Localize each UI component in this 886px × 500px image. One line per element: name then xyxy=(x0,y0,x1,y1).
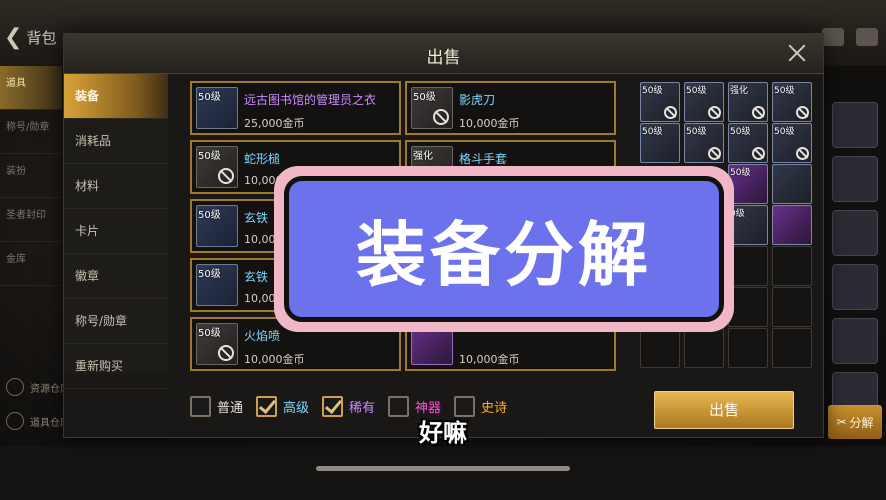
dialog-header: 出售 xyxy=(64,34,823,74)
grid-slot[interactable] xyxy=(728,287,768,327)
game-screen: ❮ 背包 道具 称号/勋章 装扮 圣者封印 金库 资源仓库 道具仓库 ✂ 分解 … xyxy=(0,0,886,500)
dialog-title: 出售 xyxy=(426,48,461,68)
sword-icon: 50级 xyxy=(411,87,453,129)
locked-icon xyxy=(796,106,809,119)
item-name: 远古图书馆的管理员之衣 xyxy=(244,93,377,107)
locked-icon xyxy=(796,147,809,160)
item-name: 格斗手套 xyxy=(459,152,508,166)
item-name: 火焰喷 xyxy=(244,329,281,343)
locked-icon xyxy=(752,106,765,119)
locked-icon xyxy=(218,168,234,184)
category-tab-equipment[interactable]: 装备 xyxy=(64,74,168,119)
inventory-slot[interactable] xyxy=(832,156,878,202)
category-tab-badges[interactable]: 徽章 xyxy=(64,254,168,299)
inventory-slot[interactable] xyxy=(832,210,878,256)
side-nav-item[interactable]: 装扮 xyxy=(0,154,62,198)
locked-icon xyxy=(433,109,449,125)
category-tab-consumables[interactable]: 消耗品 xyxy=(64,119,168,164)
locked-icon xyxy=(752,147,765,160)
item-name: 影虎刀 xyxy=(459,93,496,107)
home-indicator[interactable] xyxy=(316,466,570,471)
armor-icon: 50级 xyxy=(196,264,238,306)
back-arrow-icon: ❮ xyxy=(4,24,23,50)
flamethrower-icon: 50级 xyxy=(196,323,238,365)
inventory-slot[interactable] xyxy=(832,264,878,310)
close-icon[interactable] xyxy=(785,41,809,65)
storage-icon xyxy=(6,378,24,396)
back-button[interactable]: ❮ 背包 xyxy=(0,22,56,52)
side-nav-item[interactable]: 称号/勋章 xyxy=(0,110,62,154)
locked-icon xyxy=(218,345,234,361)
category-tab-titles[interactable]: 称号/勋章 xyxy=(64,299,168,344)
armor-icon: 50级 xyxy=(196,87,238,129)
item-name: 蛇形槌 xyxy=(244,152,281,166)
grid-slot[interactable] xyxy=(772,246,812,286)
grid-slot[interactable]: 50级 xyxy=(772,123,812,163)
back-label: 背包 xyxy=(26,28,57,47)
grid-slot[interactable] xyxy=(640,328,680,368)
grid-slot[interactable] xyxy=(728,246,768,286)
inventory-slot[interactable] xyxy=(832,318,878,364)
item-price: 10,000金币 xyxy=(244,353,305,366)
list-item[interactable]: 50级 远古图书馆的管理员之衣 25,000金币 xyxy=(190,81,401,135)
item-price: 25,000金币 xyxy=(244,117,305,130)
grid-slot[interactable]: 0级 xyxy=(728,205,768,245)
grid-slot[interactable] xyxy=(684,328,724,368)
category-tab-materials[interactable]: 材料 xyxy=(64,164,168,209)
side-nav-item[interactable]: 圣者封印 xyxy=(0,198,62,242)
top-right-icons xyxy=(822,28,878,46)
mail-icon[interactable] xyxy=(822,28,844,46)
grid-slot[interactable] xyxy=(728,328,768,368)
resource-storage-link[interactable]: 资源仓库 xyxy=(6,378,70,396)
grid-slot[interactable]: 50级 xyxy=(772,82,812,122)
armor-icon: 50级 xyxy=(196,205,238,247)
locked-icon xyxy=(664,106,677,119)
item-price: 10,000金币 xyxy=(459,117,520,130)
item-name: 玄铁 xyxy=(244,211,269,225)
title-banner: 装备分解 xyxy=(274,166,734,332)
grid-slot[interactable]: 50级 xyxy=(640,82,680,122)
grid-slot[interactable]: 50级 xyxy=(684,82,724,122)
locked-icon xyxy=(708,147,721,160)
locked-icon xyxy=(708,106,721,119)
grid-slot[interactable] xyxy=(772,205,812,245)
grid-slot[interactable]: 强化 xyxy=(728,82,768,122)
grid-slot[interactable]: 50级 xyxy=(684,123,724,163)
banner-text: 装备分解 xyxy=(356,213,652,296)
item-price: 10,000金币 xyxy=(459,353,520,366)
video-subtitle: 好嘛 xyxy=(419,419,467,447)
inventory-right-column xyxy=(826,66,886,446)
category-tab-rebuy[interactable]: 重新购买 xyxy=(64,344,168,389)
bottom-bar xyxy=(0,446,886,500)
category-tab-cards[interactable]: 卡片 xyxy=(64,209,168,254)
grid-slot[interactable]: 50级 xyxy=(640,123,680,163)
side-nav-item[interactable]: 金库 xyxy=(0,242,62,286)
item-name: 玄铁 xyxy=(244,270,269,284)
grid-slot[interactable] xyxy=(772,164,812,204)
category-list: 装备 消耗品 材料 卡片 徽章 称号/勋章 重新购买 xyxy=(64,74,168,389)
mace-icon: 50级 xyxy=(196,146,238,188)
list-item[interactable]: 50级 影虎刀 10,000金币 xyxy=(405,81,616,135)
grid-slot[interactable]: 50级 xyxy=(728,123,768,163)
banner-panel: 装备分解 xyxy=(284,176,724,322)
grid-slot[interactable] xyxy=(772,287,812,327)
grid-slot[interactable]: 50级 xyxy=(728,164,768,204)
side-nav-item[interactable]: 道具 xyxy=(0,66,62,110)
inventory-slot[interactable] xyxy=(832,102,878,148)
chat-icon[interactable] xyxy=(856,28,878,46)
grid-slot[interactable] xyxy=(772,328,812,368)
